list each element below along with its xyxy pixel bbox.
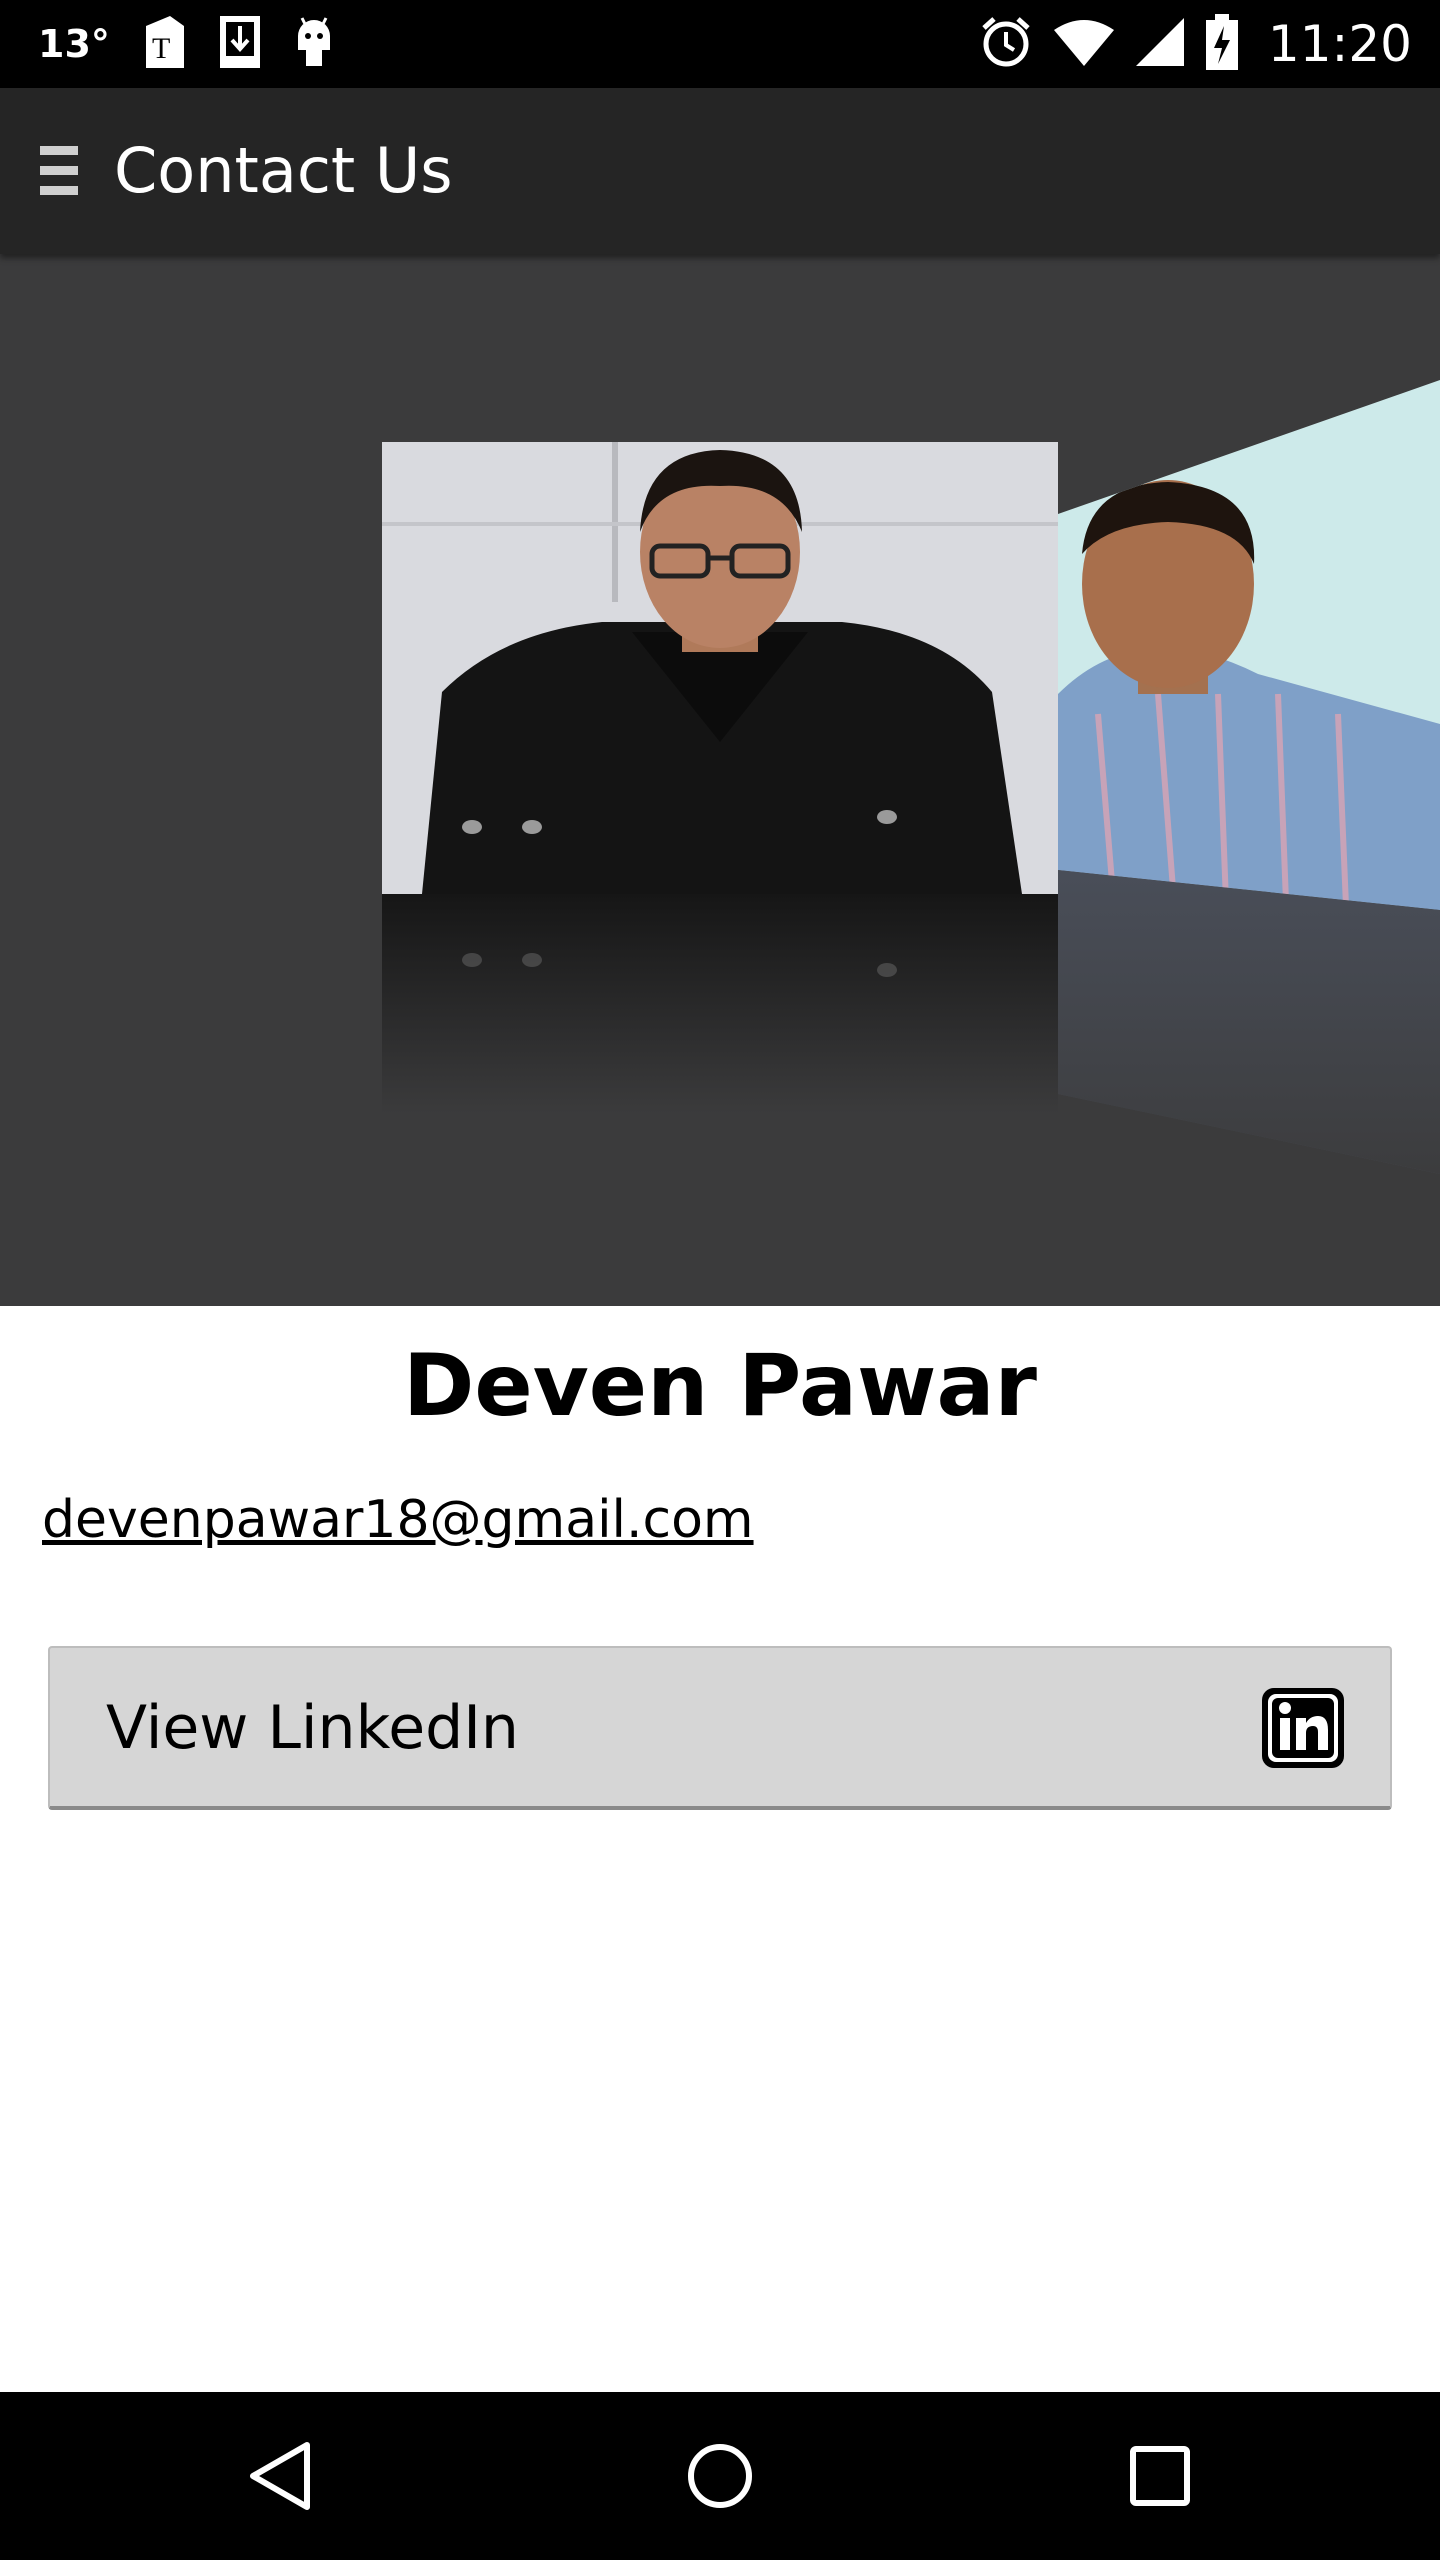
status-bar: 13° T 11:20 (0, 0, 1440, 88)
status-right-group: 11:20 (978, 0, 1412, 88)
android-icon (292, 14, 336, 75)
page-title: Contact Us (114, 134, 453, 207)
battery-icon (1204, 12, 1240, 77)
view-linkedin-label: View LinkedIn (106, 1693, 519, 1763)
recents-icon[interactable] (1060, 2392, 1260, 2560)
signal-icon (1134, 16, 1186, 73)
hamburger-menu-icon[interactable] (40, 146, 80, 196)
t-mobile-icon: T (140, 12, 188, 77)
wifi-icon (1052, 16, 1116, 73)
photo-carousel[interactable] (0, 254, 1440, 1306)
navigation-bar (0, 2392, 1440, 2560)
carousel-photo-next[interactable] (1058, 254, 1440, 1306)
carousel-photo-main[interactable] (382, 442, 1058, 894)
carousel-photo-reflection (382, 894, 1058, 1114)
temperature-text: 13° (38, 22, 110, 66)
home-icon[interactable] (620, 2392, 820, 2560)
email-link[interactable]: devenpawar18@gmail.com (42, 1490, 754, 1550)
person-name: Deven Pawar (403, 1336, 1037, 1436)
back-icon[interactable] (180, 2392, 380, 2560)
linkedin-icon (1260, 1686, 1346, 1770)
clock-text: 11:20 (1267, 15, 1412, 73)
alarm-icon (978, 14, 1034, 75)
download-icon (218, 12, 262, 77)
app-bar: Contact Us (0, 88, 1440, 254)
svg-text:T: T (152, 32, 170, 65)
status-left-group: 13° T (38, 0, 336, 88)
view-linkedin-button[interactable]: View LinkedIn (48, 1646, 1392, 1810)
